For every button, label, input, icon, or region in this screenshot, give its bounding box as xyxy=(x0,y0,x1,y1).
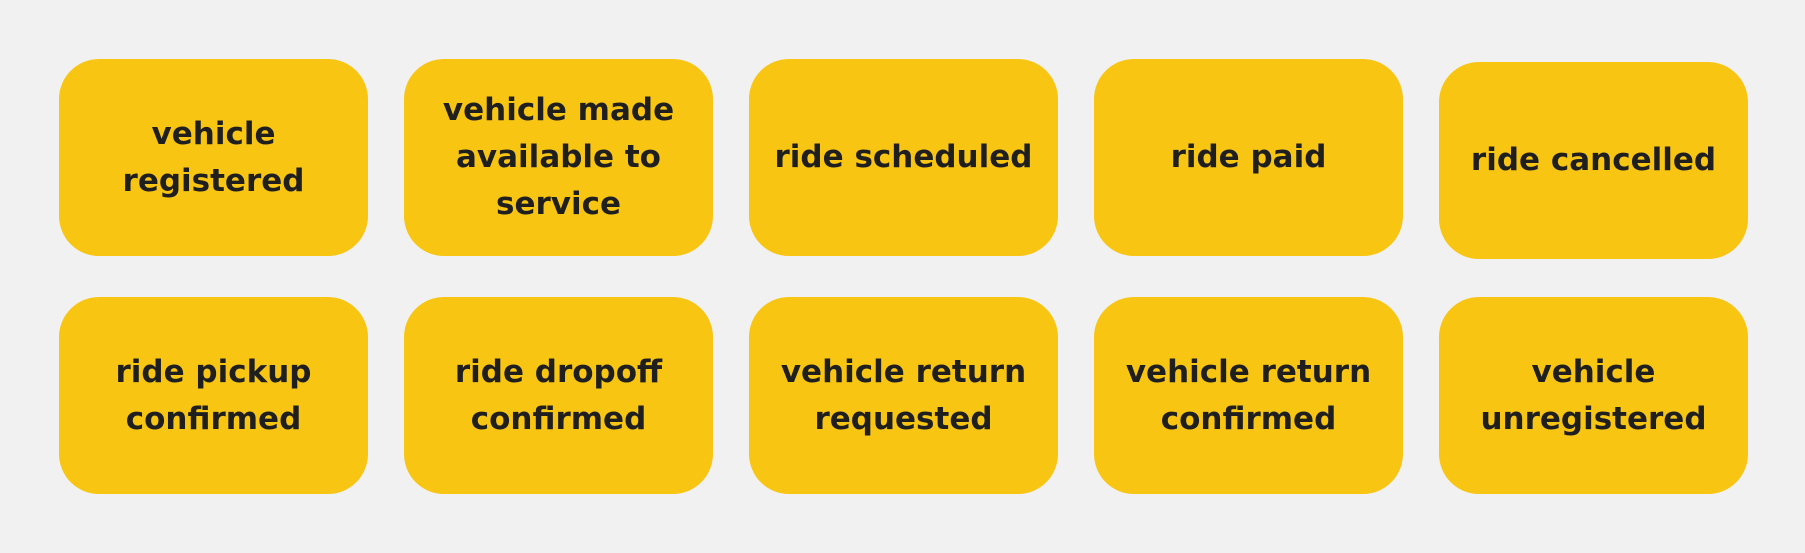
event-label: ride paid xyxy=(1170,139,1327,175)
event-label: vehicle return confirmed xyxy=(1125,353,1372,437)
event-card-vehicle-return-confirmed: vehicle return confirmed xyxy=(1094,297,1403,494)
event-card-vehicle-made-available-to-service: vehicle made available to service xyxy=(404,59,713,256)
event-label: ride scheduled xyxy=(774,139,1033,175)
event-label: ride pickup confirmed xyxy=(115,353,312,437)
event-label: vehicle registered xyxy=(122,115,305,199)
event-card-ride-paid: ride paid xyxy=(1094,59,1403,256)
event-label: vehicle made available to service xyxy=(442,92,675,222)
event-label: ride cancelled xyxy=(1470,142,1717,178)
event-card-vehicle-unregistered: vehicle unregistered xyxy=(1439,297,1748,494)
event-card-ride-scheduled: ride scheduled xyxy=(749,59,1058,256)
event-card-vehicle-return-requested: vehicle return requested xyxy=(749,297,1058,494)
event-card-ride-dropoff-confirmed: ride dropoff confirmed xyxy=(404,297,713,494)
event-label: ride dropoff confirmed xyxy=(454,353,663,437)
event-label: vehicle unregistered xyxy=(1480,353,1707,437)
event-card-grid: vehicle registered vehicle made availabl… xyxy=(59,59,1748,494)
event-card-ride-pickup-confirmed: ride pickup confirmed xyxy=(59,297,368,494)
event-card-ride-cancelled: ride cancelled xyxy=(1439,62,1748,259)
event-label: vehicle return requested xyxy=(780,353,1027,437)
event-card-vehicle-registered: vehicle registered xyxy=(59,59,368,256)
diagram-canvas: vehicle registered vehicle made availabl… xyxy=(0,0,1805,553)
